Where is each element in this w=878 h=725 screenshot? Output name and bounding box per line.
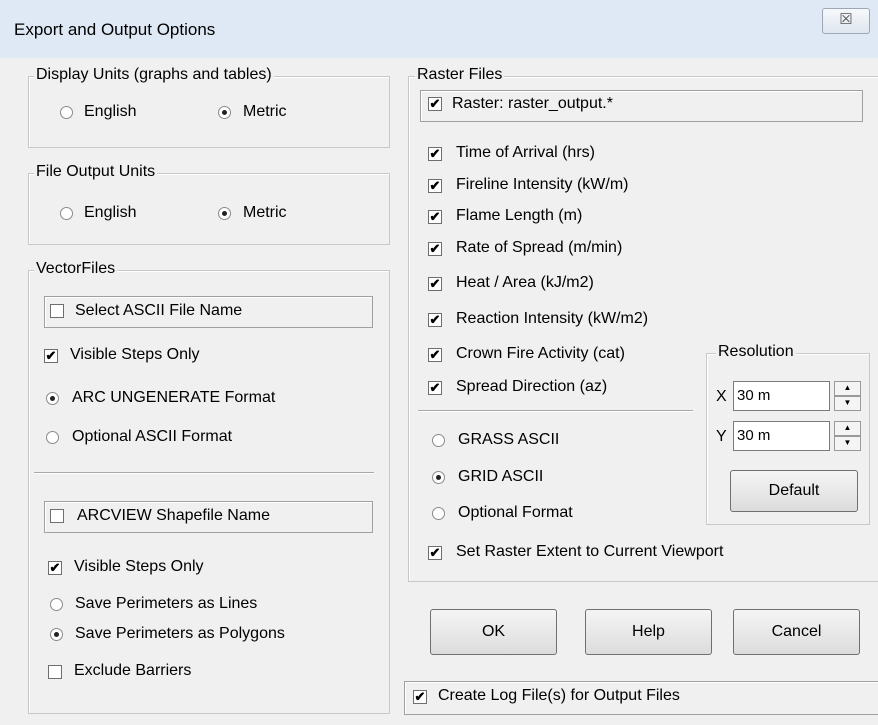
file-output-units-group bbox=[28, 173, 390, 245]
file-english-label: English bbox=[84, 204, 137, 221]
flame-length-checkbox[interactable]: ✔ bbox=[428, 210, 442, 224]
save-polygons-label: Save Perimeters as Polygons bbox=[75, 625, 285, 642]
y-resolution-input[interactable]: 30 m bbox=[733, 421, 830, 451]
display-units-legend: Display Units (graphs and tables) bbox=[34, 66, 274, 84]
x-spin-down[interactable]: ▼ bbox=[834, 396, 861, 411]
optional-ascii-radio[interactable] bbox=[46, 431, 59, 444]
display-metric-radio[interactable] bbox=[218, 106, 231, 119]
optional-format-label: Optional Format bbox=[458, 504, 573, 521]
display-english-label: English bbox=[84, 103, 137, 120]
fireline-intensity-checkbox[interactable]: ✔ bbox=[428, 179, 442, 193]
spread-direction-checkbox[interactable]: ✔ bbox=[428, 381, 442, 395]
title-bar: Export and Output Options ☒ bbox=[0, 0, 878, 58]
time-of-arrival-checkbox[interactable]: ✔ bbox=[428, 147, 442, 161]
log-file-checkbox[interactable]: ✔ bbox=[413, 690, 427, 704]
spin-down-icon: ▼ bbox=[843, 438, 852, 447]
reaction-intensity-label: Reaction Intensity (kW/m2) bbox=[456, 310, 649, 327]
flame-length-label: Flame Length (m) bbox=[456, 207, 583, 224]
spin-up-icon: ▲ bbox=[843, 383, 852, 392]
y-label: Y bbox=[716, 428, 727, 445]
file-english-radio[interactable] bbox=[60, 207, 73, 220]
fireline-intensity-label: Fireline Intensity (kW/m) bbox=[456, 176, 629, 193]
exclude-barriers-checkbox[interactable] bbox=[48, 665, 62, 679]
x-resolution-input[interactable]: 30 m bbox=[733, 381, 830, 411]
close-icon: ☒ bbox=[839, 11, 853, 28]
resolution-legend: Resolution bbox=[716, 343, 796, 361]
display-metric-label: Metric bbox=[243, 103, 287, 120]
x-spin-up[interactable]: ▲ bbox=[834, 381, 861, 396]
visible-steps-checkbox-1[interactable]: ✔ bbox=[44, 349, 58, 363]
log-file-label: Create Log File(s) for Output Files bbox=[438, 687, 680, 704]
cancel-button[interactable]: Cancel bbox=[733, 609, 860, 655]
raster-label: Raster: raster_output.* bbox=[452, 95, 613, 112]
arc-ungenerate-radio[interactable] bbox=[46, 392, 59, 405]
rate-of-spread-label: Rate of Spread (m/min) bbox=[456, 239, 623, 256]
display-english-radio[interactable] bbox=[60, 106, 73, 119]
spin-down-icon: ▼ bbox=[843, 398, 852, 407]
vector-files-legend: VectorFiles bbox=[34, 260, 118, 278]
visible-steps-label-1: Visible Steps Only bbox=[70, 346, 200, 363]
raster-separator bbox=[418, 410, 693, 412]
visible-steps-label-2: Visible Steps Only bbox=[74, 558, 204, 575]
optional-format-radio[interactable] bbox=[432, 507, 445, 520]
arcview-checkbox[interactable] bbox=[50, 509, 64, 523]
spread-direction-label: Spread Direction (az) bbox=[456, 378, 608, 395]
raster-checkbox[interactable]: ✔ bbox=[428, 97, 442, 111]
spin-up-icon: ▲ bbox=[843, 423, 852, 432]
display-units-group bbox=[28, 76, 390, 148]
crown-fire-activity-label: Crown Fire Activity (cat) bbox=[456, 345, 625, 362]
heat-area-label: Heat / Area (kJ/m2) bbox=[456, 274, 594, 291]
grass-ascii-label: GRASS ASCII bbox=[458, 431, 560, 448]
ok-button[interactable]: OK bbox=[430, 609, 557, 655]
y-spin-down[interactable]: ▼ bbox=[834, 436, 861, 451]
vector-separator bbox=[34, 472, 374, 474]
grid-ascii-label: GRID ASCII bbox=[458, 468, 544, 485]
grass-ascii-radio[interactable] bbox=[432, 434, 445, 447]
optional-ascii-label: Optional ASCII Format bbox=[72, 428, 233, 445]
file-metric-label: Metric bbox=[243, 204, 287, 221]
save-lines-label: Save Perimeters as Lines bbox=[75, 595, 258, 612]
x-label: X bbox=[716, 388, 727, 405]
reaction-intensity-checkbox[interactable]: ✔ bbox=[428, 313, 442, 327]
exclude-barriers-label: Exclude Barriers bbox=[74, 662, 192, 679]
crown-fire-activity-checkbox[interactable]: ✔ bbox=[428, 348, 442, 362]
set-extent-label: Set Raster Extent to Current Viewport bbox=[456, 543, 724, 560]
close-button[interactable]: ☒ bbox=[822, 8, 870, 34]
select-ascii-label: Select ASCII File Name bbox=[75, 302, 243, 319]
default-button[interactable]: Default bbox=[730, 470, 858, 512]
visible-steps-checkbox-2[interactable]: ✔ bbox=[48, 561, 62, 575]
vector-files-group bbox=[28, 270, 390, 714]
window-title: Export and Output Options bbox=[14, 20, 216, 39]
y-spin-up[interactable]: ▲ bbox=[834, 421, 861, 436]
time-of-arrival-label: Time of Arrival (hrs) bbox=[456, 144, 595, 161]
rate-of-spread-checkbox[interactable]: ✔ bbox=[428, 242, 442, 256]
file-metric-radio[interactable] bbox=[218, 207, 231, 220]
save-polygons-radio[interactable] bbox=[50, 628, 63, 641]
arc-ungenerate-label: ARC UNGENERATE Format bbox=[72, 389, 276, 406]
heat-area-checkbox[interactable]: ✔ bbox=[428, 277, 442, 291]
help-button[interactable]: Help bbox=[585, 609, 712, 655]
file-output-units-legend: File Output Units bbox=[34, 163, 158, 181]
grid-ascii-radio[interactable] bbox=[432, 471, 445, 484]
set-extent-checkbox[interactable]: ✔ bbox=[428, 546, 442, 560]
raster-files-legend: Raster Files bbox=[415, 66, 505, 84]
arcview-label: ARCVIEW Shapefile Name bbox=[77, 507, 270, 524]
save-lines-radio[interactable] bbox=[50, 598, 63, 611]
select-ascii-checkbox[interactable] bbox=[50, 304, 64, 318]
